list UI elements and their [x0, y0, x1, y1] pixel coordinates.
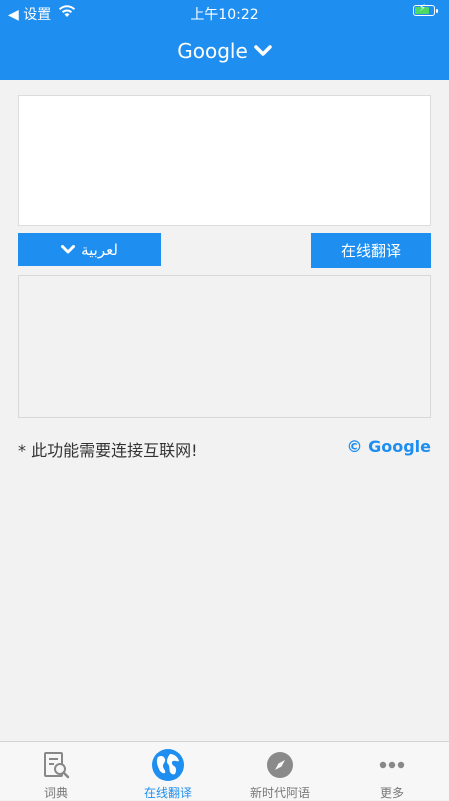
chevron-down-icon: [61, 244, 76, 253]
tab-label: 在线翻译: [143, 786, 192, 800]
tab-online-translate[interactable]: 在线翻译: [112, 742, 224, 801]
top-bar: ◀ 设置 上午10:22 ⚡ Google: [0, 0, 449, 80]
tab-dictionary[interactable]: 词典: [0, 742, 112, 801]
page-title: Google: [177, 39, 248, 63]
internet-note: * 此功能需要连接互联网!: [18, 441, 198, 460]
more-dots-icon: [379, 761, 405, 769]
status-time: 上午10:22: [190, 7, 259, 23]
globe-icon: [152, 749, 184, 781]
google-credit: © Google: [346, 437, 431, 456]
tab-more[interactable]: 更多: [336, 742, 448, 801]
translate-button[interactable]: 在线翻译: [311, 233, 431, 268]
source-text-input[interactable]: [18, 95, 431, 226]
tab-bar: 词典 在线翻译 新时代阿语 更多: [0, 741, 449, 800]
tab-label: 新时代阿语: [249, 786, 310, 800]
tab-label: 词典: [43, 786, 68, 800]
engine-selector[interactable]: Google: [0, 37, 449, 65]
tab-label: 更多: [379, 786, 404, 800]
chevron-down-icon: [254, 45, 272, 56]
dictionary-search-icon: [44, 752, 70, 779]
translation-output: [18, 275, 431, 418]
language-label: لعربية: [81, 240, 118, 259]
language-select-button[interactable]: لعربية: [18, 233, 161, 266]
battery-icon: ⚡: [413, 3, 438, 16]
tab-new-era-arabic[interactable]: 新时代阿语: [224, 742, 336, 801]
status-bar: ◀ 设置 上午10:22 ⚡: [0, 0, 449, 24]
compass-icon: [267, 752, 293, 778]
